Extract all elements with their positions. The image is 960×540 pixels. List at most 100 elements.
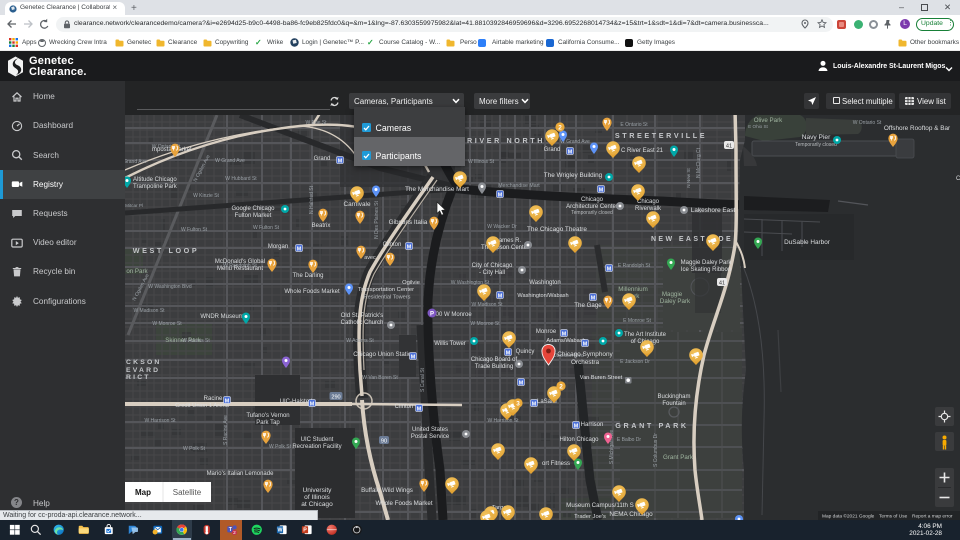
svg-text:Ogilvie: Ogilvie	[402, 280, 420, 286]
svg-text:CKSON: CKSON	[126, 359, 162, 366]
svg-text:Harrison: Harrison	[581, 422, 604, 428]
svg-text:Riverwalk: Riverwalk	[635, 206, 662, 212]
svg-text:W Ontario St: W Ontario St	[853, 120, 882, 126]
svg-text:Google Chicago: Google Chicago	[231, 206, 275, 212]
svg-text:2: 2	[559, 383, 563, 390]
svg-text:Monroe: Monroe	[536, 329, 557, 335]
svg-text:Credit Union 1 Arena: Credit Union 1 Arena	[175, 403, 230, 409]
svg-text:E Balbo Dr: E Balbo Dr	[617, 437, 642, 443]
svg-text:Navy Pier: Navy Pier	[802, 134, 831, 141]
svg-text:The Chicago Theatre: The Chicago Theatre	[527, 226, 587, 233]
svg-text:EVARD: EVARD	[126, 367, 160, 374]
svg-text:UIC Student: UIC Student	[301, 437, 334, 443]
svg-text:E Randolph St: E Randolph St	[618, 263, 651, 269]
svg-text:Racine: Racine	[204, 396, 223, 402]
svg-text:M: M	[407, 244, 412, 250]
svg-text:W Fulton St: W Fulton St	[181, 227, 208, 233]
svg-text:Old St. Patrick's: Old St. Patrick's	[341, 313, 384, 319]
svg-text:2: 2	[233, 530, 236, 535]
svg-text:W Adams St: W Adams St	[346, 338, 374, 344]
svg-text:M: M	[562, 331, 567, 337]
svg-text:Maggie Daley Park: Maggie Daley Park	[681, 260, 733, 266]
svg-text:W: W	[277, 527, 282, 533]
svg-text:Whole Foods Market: Whole Foods Market	[284, 289, 340, 295]
svg-text:Quincy: Quincy	[516, 349, 535, 355]
svg-text:Adams/Wabash: Adams/Wabash	[546, 338, 585, 344]
svg-text:The Darling: The Darling	[292, 273, 323, 279]
svg-text:S Canal St: S Canal St	[420, 367, 426, 392]
svg-text:Grant Park: Grant Park	[663, 454, 694, 461]
svg-text:NEW EASTSIDE: NEW EASTSIDE	[651, 236, 733, 243]
svg-text:at Chicago: at Chicago	[301, 501, 333, 508]
svg-text:W Adams St: W Adams St	[182, 338, 210, 344]
svg-text:of Illinois: of Illinois	[304, 494, 330, 501]
svg-text:M: M	[498, 293, 503, 299]
svg-text:Terms of Use: Terms of Use	[879, 514, 908, 520]
svg-text:Residential Towers: Residential Towers	[364, 295, 411, 301]
svg-text:STREETERVILLE: STREETERVILLE	[615, 131, 707, 140]
svg-text:Museum Campus/11th S: Museum Campus/11th S	[566, 502, 634, 509]
svg-text:E Monroe St: E Monroe St	[623, 318, 651, 324]
svg-text:RIVER NORTH: RIVER NORTH	[467, 136, 545, 145]
svg-text:M: M	[498, 192, 503, 198]
svg-text:W Monroe St: W Monroe St	[470, 321, 500, 327]
svg-text:Olive Park: Olive Park	[754, 117, 783, 124]
svg-text:M: M	[411, 354, 416, 360]
svg-text:W Illinois St: W Illinois St	[468, 159, 495, 165]
svg-text:Millennium: Millennium	[618, 286, 648, 293]
svg-text:Grand: Grand	[544, 147, 561, 153]
svg-text:Ice Skating Ribbon: Ice Skating Ribbon	[681, 267, 731, 273]
svg-text:Park Tap: Park Tap	[256, 420, 280, 426]
svg-text:McDonald's Global: McDonald's Global	[215, 259, 265, 265]
svg-text:ort Fitness: ort Fitness	[542, 461, 570, 467]
svg-text:W Hubbard St: W Hubbard St	[225, 176, 257, 182]
svg-text:W Wacker Dr: W Wacker Dr	[487, 224, 517, 230]
svg-text:Satellite: Satellite	[173, 488, 202, 497]
svg-text:290: 290	[331, 394, 340, 400]
svg-text:GRANT PARK: GRANT PARK	[615, 421, 688, 430]
svg-text:Temporarily closed: Temporarily closed	[571, 210, 613, 216]
svg-text:City of Chicago: City of Chicago	[472, 263, 513, 269]
svg-text:M: M	[591, 295, 596, 301]
svg-text:DuSable Harbor: DuSable Harbor	[784, 239, 831, 246]
svg-text:Beatrix: Beatrix	[312, 223, 331, 229]
svg-text:Van Buren Street: Van Buren Street	[580, 375, 623, 381]
svg-text:Gibsons Italia: Gibsons Italia	[389, 219, 428, 226]
svg-text:3: 3	[516, 400, 520, 407]
svg-text:W Grand Ave: W Grand Ave	[560, 139, 590, 145]
svg-text:WNDR Museum: WNDR Museum	[200, 314, 243, 320]
svg-text:Washington: Washington	[529, 280, 560, 286]
svg-text:M: M	[310, 401, 315, 407]
svg-text:C River East 21: C River East 21	[621, 148, 664, 154]
svg-text:Map data ©2021 Google: Map data ©2021 Google	[822, 513, 875, 520]
svg-text:Mario's Italian Lemonade: Mario's Italian Lemonade	[207, 471, 275, 477]
svg-text:Mitcar Pl: Mitcar Pl	[125, 203, 143, 208]
svg-text:M: M	[225, 398, 230, 404]
svg-text:E Ohio St: E Ohio St	[748, 124, 768, 129]
svg-text:UIC-Halsted: UIC-Halsted	[280, 399, 313, 405]
svg-text:S Racine Ave: S Racine Ave	[223, 415, 229, 445]
svg-text:Clinton: Clinton	[383, 242, 402, 248]
svg-text:Willis Tower: Willis Tower	[434, 341, 466, 347]
svg-text:W Erie St: W Erie St	[305, 120, 327, 126]
svg-text:The Art Institute: The Art Institute	[624, 332, 667, 338]
svg-text:Orchestra: Orchestra	[571, 359, 600, 366]
svg-text:Ch: Ch	[956, 176, 960, 182]
svg-text:M: M	[297, 246, 302, 252]
svg-text:N Halsted St: N Halsted St	[309, 185, 315, 214]
svg-text:W Harrison St: W Harrison St	[144, 418, 176, 424]
svg-text:The Wrigley Building: The Wrigley Building	[544, 172, 603, 179]
svg-text:N Des Plaines St: N Des Plaines St	[374, 200, 380, 238]
svg-text:E Ontario St: E Ontario St	[620, 122, 648, 128]
svg-text:M: M	[599, 187, 604, 193]
svg-text:Lakeshore East: Lakeshore East	[691, 207, 736, 214]
svg-text:M: M	[519, 380, 524, 386]
svg-text:Maggie: Maggie	[662, 291, 683, 298]
svg-text:Tufano's Vernon: Tufano's Vernon	[246, 413, 289, 419]
svg-text:W Polk St: W Polk St	[183, 446, 206, 452]
svg-text:Grand: Grand	[314, 156, 331, 162]
svg-text:Transportation Center: Transportation Center	[358, 287, 414, 293]
svg-text:Clinton: Clinton	[395, 404, 414, 410]
svg-text:Fulton Market: Fulton Market	[235, 213, 272, 219]
svg-text:N McClurg Ct: N McClurg Ct	[696, 147, 702, 178]
